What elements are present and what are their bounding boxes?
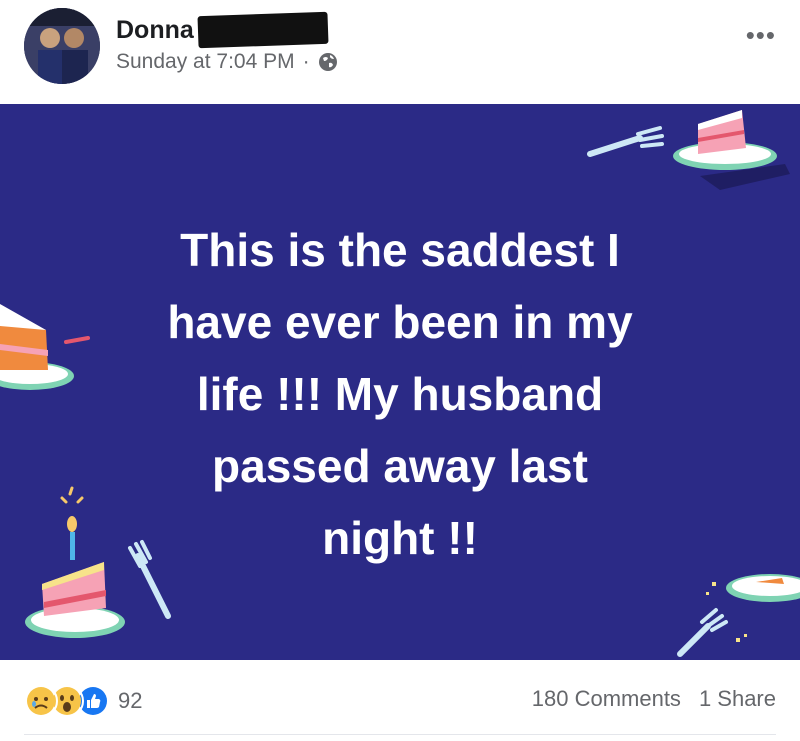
cake-plate-top-right-icon xyxy=(587,110,790,190)
redaction-mark xyxy=(197,11,329,49)
post-footer: 92 180 Comments 1 Share xyxy=(0,660,800,741)
footer-divider xyxy=(24,734,776,735)
post-meta: Sunday at 7:04 PM · xyxy=(116,50,338,74)
shares-link[interactable]: 1 Share xyxy=(699,686,776,712)
post-header: Donna Sunday at 7:04 PM · ••• xyxy=(0,0,800,104)
more-options-icon[interactable]: ••• xyxy=(746,20,776,51)
comments-link[interactable]: 180 Comments xyxy=(532,686,681,712)
author-avatar[interactable] xyxy=(24,8,100,84)
post-text: This is the saddest I have ever been in … xyxy=(167,224,633,564)
meta-separator: · xyxy=(302,50,310,73)
post-background-card: This is the saddest I have ever been in … xyxy=(0,104,800,660)
engagement-stats: 180 Comments 1 Share xyxy=(532,686,776,712)
reaction-count: 92 xyxy=(118,688,143,713)
globe-icon xyxy=(318,52,338,72)
post-timestamp[interactable]: Sunday at 7:04 PM xyxy=(116,50,295,74)
reactions-summary[interactable]: 92 xyxy=(24,684,142,718)
author-name[interactable]: Donna xyxy=(116,16,194,45)
sad-icon xyxy=(24,684,58,718)
